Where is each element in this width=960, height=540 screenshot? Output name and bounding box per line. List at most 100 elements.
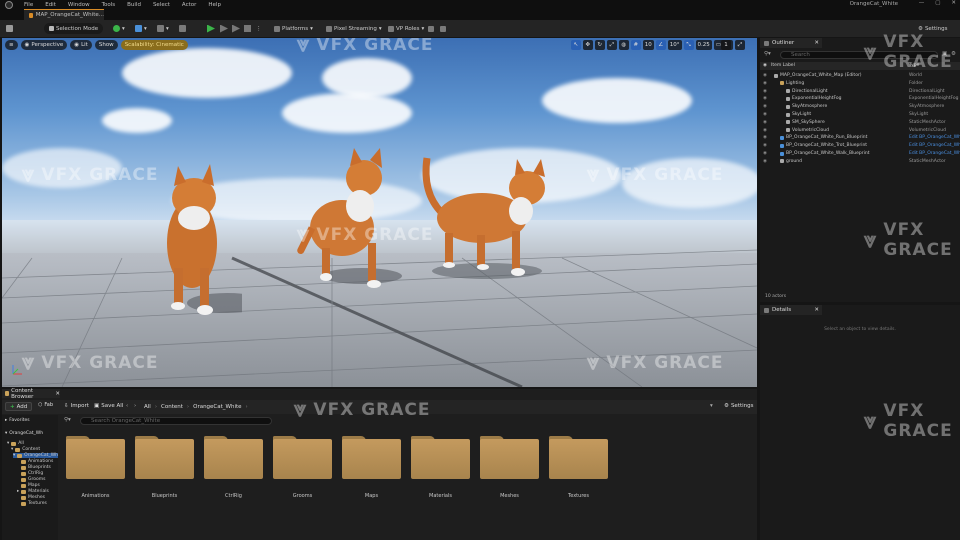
- tree-item-maps[interactable]: Maps: [21, 483, 40, 488]
- breadcrumb-content[interactable]: Content: [161, 404, 183, 410]
- menu-select[interactable]: Select: [153, 2, 170, 8]
- outliner-row-type[interactable]: Edit BP_OrangeCat_Wh: [909, 135, 960, 140]
- scale-snap-value[interactable]: 0.25: [695, 40, 712, 50]
- breadcrumb-orangecat[interactable]: OrangeCat_White: [193, 404, 241, 410]
- close-icon[interactable]: ✕: [951, 0, 956, 6]
- scale-icon[interactable]: ⤢: [606, 40, 617, 50]
- menu-build[interactable]: Build: [127, 2, 141, 8]
- tree-item-meshes[interactable]: Meshes: [21, 495, 45, 500]
- maximize-icon[interactable]: ▢: [935, 0, 940, 6]
- visibility-icon[interactable]: ◉: [763, 151, 767, 156]
- rotation-snap-toggle[interactable]: ∠: [655, 40, 666, 50]
- camera-speed-button[interactable]: ▭ 1: [713, 40, 733, 50]
- grid-snap-value[interactable]: 10: [642, 40, 654, 50]
- perspective-button[interactable]: ◉ Perspective: [20, 40, 68, 50]
- step-button[interactable]: [220, 23, 228, 34]
- outliner-tab[interactable]: Outliner ✕: [760, 38, 822, 48]
- visibility-icon[interactable]: ◉: [763, 81, 767, 86]
- outliner-row[interactable]: ◉ BP_OrangeCat_White_Trot_Blueprint Edit B…: [760, 142, 960, 149]
- stop-button[interactable]: [244, 23, 251, 34]
- tree-item-materials[interactable]: ▸ Materials: [17, 489, 49, 494]
- rotation-snap-value[interactable]: 10°: [667, 40, 682, 50]
- play-button[interactable]: [207, 23, 215, 34]
- menu-edit[interactable]: Edit: [45, 2, 56, 8]
- outliner-row-type[interactable]: Edit BP_OrangeCat_Wh: [909, 143, 960, 148]
- content-search-input[interactable]: Search OrangeCat_White: [80, 417, 272, 425]
- add-button[interactable]: + Add: [5, 402, 33, 411]
- visibility-icon[interactable]: ◉: [763, 128, 767, 133]
- visibility-icon[interactable]: ◉: [763, 120, 767, 125]
- folder-textures[interactable]: Textures: [549, 436, 608, 499]
- play-options-button[interactable]: ⋮: [256, 23, 262, 34]
- close-icon[interactable]: ✕: [55, 391, 60, 397]
- details-tab[interactable]: Details ✕: [760, 305, 822, 315]
- save-all-button[interactable]: ▣ Save All: [94, 403, 123, 409]
- visibility-icon[interactable]: ◉: [763, 135, 767, 140]
- pixel-streaming-button[interactable]: Pixel Streaming ▾: [326, 23, 382, 34]
- orange-cat-run[interactable]: [152, 158, 242, 318]
- minimize-icon[interactable]: —: [919, 0, 925, 6]
- tree-item-all[interactable]: ▾ All: [7, 441, 24, 446]
- visibility-icon[interactable]: ◉: [763, 143, 767, 148]
- select-icon[interactable]: ↖: [570, 40, 581, 50]
- tree-item-textures[interactable]: Textures: [21, 501, 47, 506]
- outliner-row[interactable]: ◉ SM_SkySphere StaticMeshActor: [760, 119, 960, 126]
- maximize-viewport-icon[interactable]: ⤢: [735, 40, 745, 50]
- folder-blueprints[interactable]: Blueprints: [135, 436, 194, 499]
- translate-icon[interactable]: ✥: [582, 40, 593, 50]
- selection-mode-button[interactable]: Selection Mode: [44, 23, 104, 34]
- menu-tools[interactable]: Tools: [102, 2, 116, 8]
- outliner-row[interactable]: ◉ VolumetricCloud VolumetricCloud: [760, 127, 960, 134]
- blueprint-button[interactable]: ▾: [135, 23, 147, 34]
- favorites-section[interactable]: ▸ Favorites: [5, 418, 30, 423]
- cinematics-button[interactable]: ▾: [157, 23, 169, 34]
- scalability-warning[interactable]: Scalability: Cinematic: [120, 40, 188, 50]
- project-root[interactable]: ▾ OrangeCat_Wh: [5, 431, 43, 436]
- visibility-icon[interactable]: ◉: [763, 89, 767, 94]
- platforms-button[interactable]: Platforms ▾: [274, 23, 313, 34]
- visibility-icon[interactable]: ◉: [763, 73, 767, 78]
- tree-item-selected[interactable]: ▾ OrangeCat_Wh: [13, 453, 58, 458]
- visibility-icon[interactable]: ◉: [763, 159, 767, 164]
- visibility-icon[interactable]: ◉: [763, 63, 767, 68]
- chevron-down-icon[interactable]: ▾: [710, 403, 713, 409]
- viewport-menu-button[interactable]: ≡: [5, 40, 18, 50]
- outliner-row[interactable]: ◉ MAP_OrangeCat_White_Map (Editor) World: [760, 72, 960, 79]
- outliner-row[interactable]: ◉ ExponentialHeightFog ExponentialHeightFo…: [760, 95, 960, 102]
- edit-icon[interactable]: [428, 23, 434, 34]
- folder-meshes[interactable]: Meshes: [480, 436, 539, 499]
- tree-item-grooms[interactable]: Grooms: [21, 477, 45, 482]
- save-icon[interactable]: [6, 23, 13, 34]
- visibility-icon[interactable]: ◉: [763, 96, 767, 101]
- tree-item-content[interactable]: ▾ Content: [11, 447, 40, 452]
- close-icon[interactable]: ✕: [814, 40, 819, 46]
- outliner-row[interactable]: ◉ BP_OrangeCat_White_Run_Blueprint Edit BP…: [760, 134, 960, 141]
- outliner-row[interactable]: ◉ SkyAtmosphere SkyAtmosphere: [760, 103, 960, 110]
- add-actor-button[interactable]: ▾: [113, 23, 125, 34]
- filter-icon[interactable]: ⚲▾: [764, 51, 771, 57]
- cb-settings-button[interactable]: ⚙ Settings: [724, 403, 754, 409]
- favorites-star-button[interactable]: ⬡ Fab: [38, 402, 53, 408]
- menu-actor[interactable]: Actor: [182, 2, 196, 8]
- rotate-icon[interactable]: ↻: [594, 40, 605, 50]
- folder-ctrlrig[interactable]: CtrlRig: [204, 436, 263, 499]
- outliner-row[interactable]: ◉ DirectionalLight DirectionalLight: [760, 88, 960, 95]
- lit-button[interactable]: ◉ Lit: [70, 40, 92, 50]
- show-button[interactable]: Show: [94, 40, 118, 50]
- unreal-logo-icon[interactable]: [5, 1, 13, 9]
- menu-file[interactable]: File: [24, 2, 33, 8]
- level-tab[interactable]: MAP_OrangeCat_White...: [24, 9, 104, 20]
- visibility-icon[interactable]: ◉: [763, 112, 767, 117]
- outliner-row[interactable]: ◉ Lighting Folder: [760, 80, 960, 87]
- menu-help[interactable]: Help: [208, 2, 221, 8]
- tree-item-blueprints[interactable]: Blueprints: [21, 465, 51, 470]
- mode-icon[interactable]: [440, 23, 446, 34]
- vp-roles-button[interactable]: VP Roles ▾: [388, 23, 424, 34]
- column-item-label[interactable]: Item Label: [771, 63, 795, 68]
- menu-window[interactable]: Window: [68, 2, 90, 8]
- folder-grooms[interactable]: Grooms: [273, 436, 332, 499]
- scale-snap-toggle[interactable]: ⤡: [683, 40, 694, 50]
- folder-maps[interactable]: Maps: [342, 436, 401, 499]
- tree-item-animations[interactable]: Animations: [21, 459, 53, 464]
- grid-snap-toggle[interactable]: #: [630, 40, 641, 50]
